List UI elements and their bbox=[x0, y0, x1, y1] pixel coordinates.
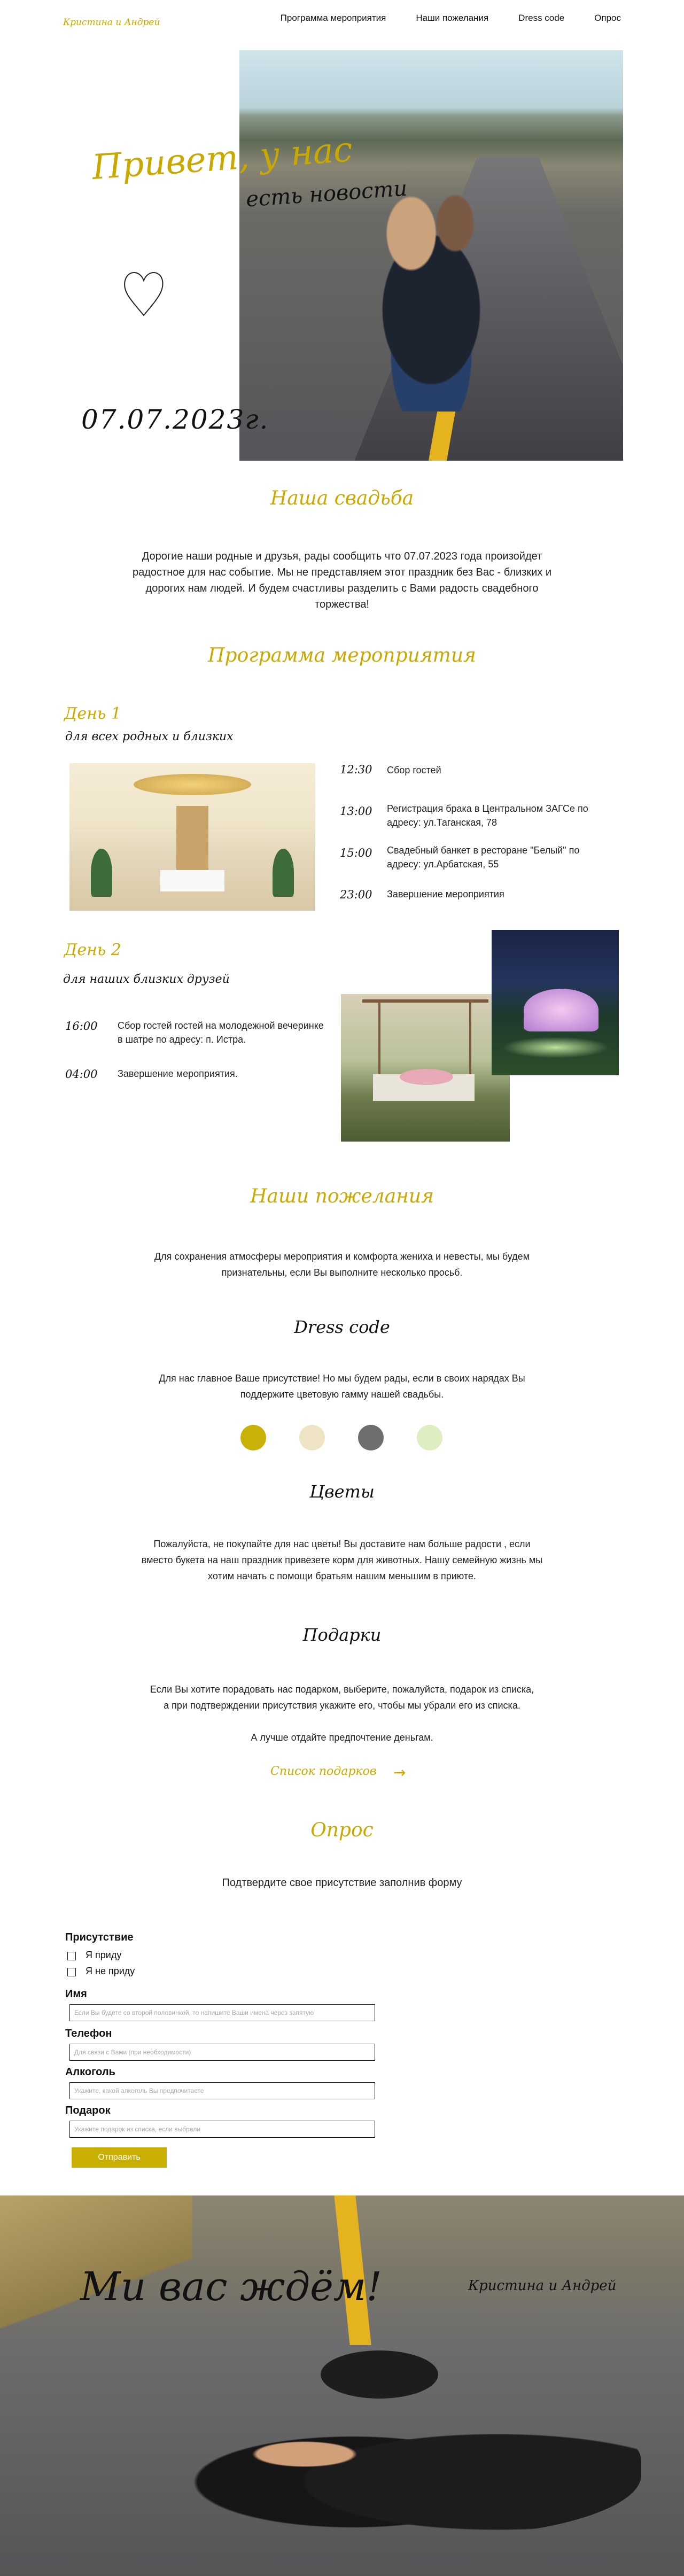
presence-label: Присутствие bbox=[65, 1931, 134, 1943]
color-swatch-2 bbox=[299, 1425, 325, 1450]
party-tent-photo bbox=[492, 930, 619, 1075]
story-title: Наша свадьба bbox=[270, 487, 414, 509]
footer-title: Ми вас ждём! bbox=[80, 2264, 383, 2310]
day2-event-2: Завершение мероприятия. bbox=[118, 1068, 238, 1079]
day1-time-3: 15:00 bbox=[340, 847, 372, 859]
attend-no-checkbox[interactable] bbox=[67, 1968, 76, 1976]
wishes-title: Наши пожелания bbox=[250, 1185, 434, 1207]
color-swatch-4 bbox=[417, 1425, 442, 1450]
alcohol-label: Алкоголь bbox=[65, 2066, 115, 2078]
attend-yes-label: Я приду bbox=[86, 1950, 122, 1960]
color-swatch-3 bbox=[358, 1425, 384, 1450]
wedding-date: 07.07.2023г. bbox=[81, 404, 269, 435]
gifts-text: Если Вы хотите порадовать нас подарком, … bbox=[150, 1684, 534, 1711]
program-title: Программа мероприятия bbox=[208, 645, 476, 666]
name-label: Имя bbox=[65, 1988, 87, 2000]
alcohol-input[interactable] bbox=[69, 2082, 375, 2099]
day1-label: День 1 bbox=[64, 704, 121, 723]
story-text: Дорогие наши родные и друзья, рады сообщ… bbox=[133, 550, 551, 610]
day1-time-1: 12:30 bbox=[340, 763, 372, 776]
survey-subtitle: Подтвердите свое присутствие заполнив фо… bbox=[222, 1877, 462, 1889]
dress-code-text: Для нас главное Ваше присутствие! Но мы … bbox=[159, 1373, 525, 1400]
submit-button[interactable]: Отправить bbox=[72, 2147, 167, 2168]
wishes-intro: Для сохранения атмосферы мероприятия и к… bbox=[154, 1251, 530, 1278]
day1-event-1: Сбор гостей bbox=[387, 765, 441, 775]
gift-input[interactable] bbox=[69, 2121, 375, 2138]
logo[interactable]: Кристина и Андрей bbox=[63, 17, 160, 28]
registry-hall-photo bbox=[69, 763, 315, 911]
nav-dress-code[interactable]: Dress code bbox=[518, 13, 564, 24]
main-nav: Программа мероприятия Наши пожелания Dre… bbox=[281, 13, 621, 24]
footer-couple-photo bbox=[0, 2195, 684, 2576]
day2-time-2: 04:00 bbox=[65, 1068, 98, 1081]
arrow-right-icon[interactable]: → bbox=[393, 1764, 406, 1781]
day1-subtitle: для всех родных и близких bbox=[65, 730, 234, 743]
day1-event-4: Завершение мероприятия bbox=[387, 889, 504, 899]
day1-time-2: 13:00 bbox=[340, 805, 372, 818]
footer-names: Кристина и Андрей bbox=[468, 2278, 617, 2294]
day2-subtitle: для наших близких друзей bbox=[63, 973, 230, 986]
name-input[interactable] bbox=[69, 2004, 375, 2021]
day1-event-3: Свадебный банкет в ресторане "Белый" по … bbox=[387, 845, 580, 870]
flowers-text: Пожалуйста, не покупайте для нас цветы! … bbox=[141, 1539, 543, 1581]
survey-title: Опрос bbox=[310, 1819, 374, 1841]
phone-label: Телефон bbox=[65, 2028, 112, 2039]
day2-event-1: Сбор гостей гостей на молодежной вечерин… bbox=[118, 1020, 324, 1045]
color-swatch-1 bbox=[240, 1425, 266, 1450]
flowers-title: Цветы bbox=[309, 1481, 375, 1502]
phone-input[interactable] bbox=[69, 2044, 375, 2061]
nav-program[interactable]: Программа мероприятия bbox=[281, 13, 386, 24]
hero-couple-photo bbox=[239, 50, 623, 461]
nav-survey[interactable]: Опрос bbox=[594, 13, 621, 24]
attend-no-label: Я не приду bbox=[86, 1966, 135, 1976]
dress-code-title: Dress code bbox=[294, 1317, 390, 1337]
attend-yes-checkbox[interactable] bbox=[67, 1952, 76, 1960]
swing-photo bbox=[341, 994, 510, 1142]
gifts-text-money: А лучше отдайте предпочтение деньгам. bbox=[251, 1732, 433, 1743]
day1-time-4: 23:00 bbox=[340, 888, 372, 901]
heart-icon bbox=[124, 272, 164, 316]
day2-label: День 2 bbox=[64, 941, 121, 959]
gifts-title: Подарки bbox=[302, 1625, 382, 1645]
nav-wishes[interactable]: Наши пожелания bbox=[416, 13, 488, 24]
day2-time-1: 16:00 bbox=[65, 1020, 98, 1033]
gift-label: Подарок bbox=[65, 2105, 111, 2116]
gift-list-link[interactable]: Список подарков bbox=[270, 1765, 377, 1778]
day1-event-2: Регистрация брака в Центральном ЗАГСе по… bbox=[387, 803, 588, 828]
